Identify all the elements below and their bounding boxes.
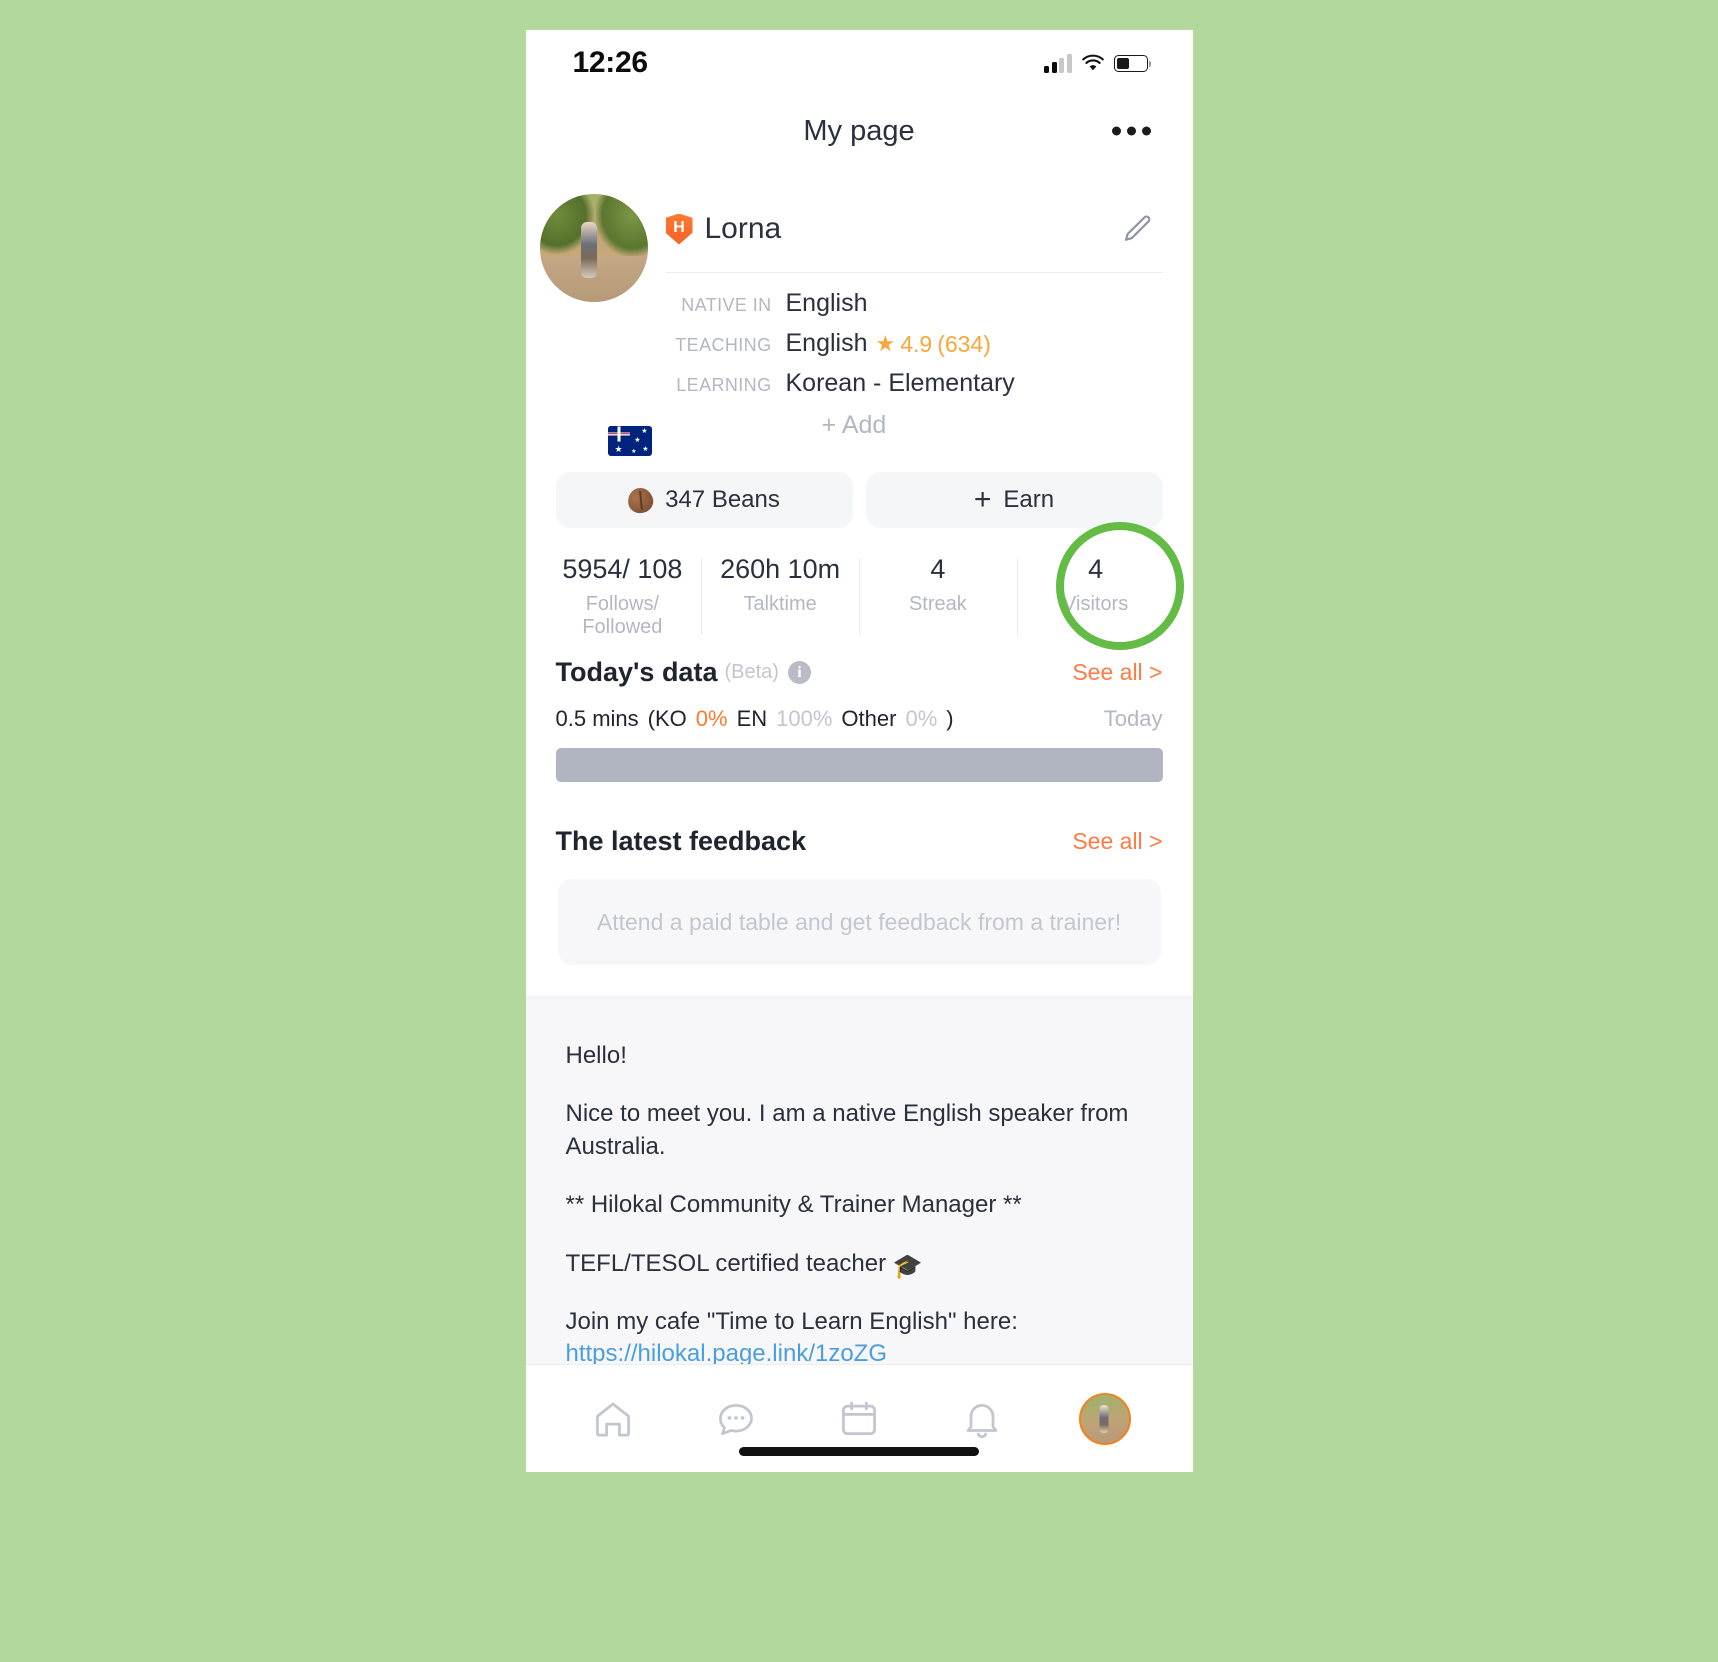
earn-button[interactable]: + Earn	[865, 472, 1163, 528]
home-indicator	[739, 1447, 979, 1456]
home-icon	[596, 1402, 630, 1437]
avatar-wrapper[interactable]: ★ ★ ★ ★ ★	[539, 194, 652, 458]
star-icon: ★	[875, 331, 896, 356]
profile-info: H Lorna NATIVE IN English TEACHING Engli…	[648, 188, 1163, 458]
stat-value: 4	[1088, 554, 1104, 584]
profile-name-row: H Lorna	[665, 188, 1163, 272]
stat-value: 260h 10m	[720, 554, 841, 584]
tab-profile[interactable]	[1073, 1387, 1137, 1451]
rating-value: 4.9	[900, 330, 933, 357]
more-options-icon[interactable]	[1104, 119, 1159, 144]
bio-line-3: ** Hilokal Community & Trainer Manager *…	[565, 1191, 1022, 1219]
beans-row: 347 Beans + Earn	[526, 458, 1193, 528]
stat-label: Streak	[908, 593, 967, 615]
earn-label: Earn	[1003, 486, 1055, 513]
australia-flag-icon: ★ ★ ★ ★ ★	[607, 426, 652, 456]
wifi-icon	[1081, 54, 1105, 72]
feedback-placeholder: Attend a paid table and get feedback fro…	[557, 879, 1161, 965]
todays-data-title: Today's data	[555, 657, 718, 687]
stats-row: 5954/ 108 Follows/ Followed 260h 10m Tal…	[526, 522, 1193, 657]
page-title: My page	[803, 114, 915, 147]
profile-username: Lorna	[704, 212, 782, 245]
todays-data-summary: 0.5 mins (KO 0% EN 100% Other 0% ) Today	[526, 688, 1193, 732]
profile-avatar[interactable]	[539, 194, 648, 302]
language-key: NATIVE IN	[681, 295, 772, 315]
nav-bar: My page	[526, 96, 1193, 166]
stat-value: 4	[930, 554, 946, 584]
tab-chat[interactable]	[704, 1387, 768, 1451]
feedback-title: The latest feedback	[555, 826, 807, 856]
stat-talktime[interactable]: 260h 10m Talktime	[701, 554, 859, 639]
bio-line-4-text: TEFL/TESOL certified teacher	[565, 1249, 887, 1277]
bio-line-5: Join my cafe "Time to Learn English" her…	[566, 1306, 1153, 1364]
language-value: English	[785, 329, 868, 357]
minutes-value: 0.5 mins	[555, 706, 639, 731]
tab-notifications[interactable]	[950, 1387, 1014, 1451]
stat-label: Follows/ Followed	[582, 593, 663, 638]
chat-bubble-icon	[719, 1403, 753, 1435]
profile-avatar-icon	[1079, 1392, 1131, 1445]
bio-line-5-text: Join my cafe "Time to Learn English" her…	[565, 1307, 1018, 1335]
language-key: TEACHING	[675, 335, 772, 355]
cellular-signal-icon	[1044, 53, 1072, 73]
en-percent: 100%	[776, 706, 833, 731]
add-language-button[interactable]: + Add	[666, 409, 1043, 458]
hilokal-badge-icon: H	[665, 213, 693, 245]
badge-letter: H	[673, 219, 685, 236]
status-bar: 12:26	[526, 30, 1193, 96]
ko-label: (KO	[647, 706, 687, 731]
graduation-cap-icon: 🎓	[892, 1252, 923, 1280]
bio-line-1: Hello!	[565, 1042, 627, 1069]
language-row-learning: LEARNING Korean - Elementary	[666, 369, 1163, 398]
en-label: EN	[736, 706, 768, 731]
plus-icon: +	[973, 483, 992, 516]
close-paren: )	[946, 706, 954, 731]
todays-data-header: Today's data (Beta) i See all >	[526, 657, 1193, 688]
coffee-bean-icon	[625, 485, 656, 515]
beta-label: (Beta)	[724, 661, 779, 683]
bell-icon	[966, 1403, 998, 1438]
feedback-header: The latest feedback See all >	[526, 782, 1193, 857]
stat-label: Talktime	[743, 593, 817, 615]
language-list: NATIVE IN English TEACHING English ★ 4.9…	[666, 273, 1163, 458]
bio-line-2: Nice to meet you. I am a native English …	[565, 1100, 1129, 1160]
stat-streak[interactable]: 4 Streak	[859, 554, 1017, 639]
language-row-teaching: TEACHING English ★ 4.9 (634)	[666, 329, 1163, 358]
language-value: Korean - Elementary	[785, 369, 1015, 397]
stat-value: 5954/ 108	[562, 554, 683, 584]
todays-data-see-all-link[interactable]: See all >	[1072, 659, 1162, 686]
status-bar-icons	[1044, 53, 1151, 73]
language-row-native: NATIVE IN English	[666, 289, 1163, 318]
tab-home[interactable]	[581, 1387, 645, 1451]
stat-follows[interactable]: 5954/ 108 Follows/ Followed	[544, 554, 702, 639]
stat-label: Visitors	[1063, 593, 1129, 615]
rating-count: (634)	[937, 330, 991, 357]
beans-balance-button[interactable]: 347 Beans	[555, 472, 853, 528]
tab-calendar[interactable]	[827, 1387, 891, 1451]
cafe-link[interactable]: https://hilokal.page.link/1zoZG	[566, 1340, 888, 1364]
bio-line-4: TEFL/TESOL certified teacher 🎓	[566, 1248, 1153, 1280]
other-label: Other	[841, 706, 897, 731]
beans-count-label: 347 Beans	[665, 486, 780, 513]
language-value: English	[785, 289, 868, 317]
rating-badge: ★ 4.9 (634)	[876, 331, 991, 358]
battery-icon	[1113, 54, 1151, 72]
info-icon[interactable]: i	[787, 661, 811, 684]
stat-visitors[interactable]: 4 Visitors	[1016, 554, 1175, 639]
todays-data-bar	[555, 748, 1163, 782]
feedback-see-all-link[interactable]: See all >	[1072, 828, 1162, 855]
other-percent: 0%	[905, 706, 938, 731]
edit-pencil-icon[interactable]	[1113, 204, 1163, 254]
profile-header: ★ ★ ★ ★ ★ H Lorna NATIVE IN English TEAC…	[526, 166, 1193, 458]
today-label: Today	[1103, 706, 1163, 731]
language-key: LEARNING	[676, 375, 772, 395]
ko-percent: 0%	[695, 706, 728, 731]
phone-screen: 12:26 My page ★ ★ ★ ★ ★ H Lorna NATIVE I…	[525, 30, 1193, 1472]
status-bar-time: 12:26	[572, 46, 649, 79]
bio-section: Hello! Nice to meet you. I am a native E…	[525, 995, 1193, 1364]
calendar-icon	[842, 1401, 876, 1435]
